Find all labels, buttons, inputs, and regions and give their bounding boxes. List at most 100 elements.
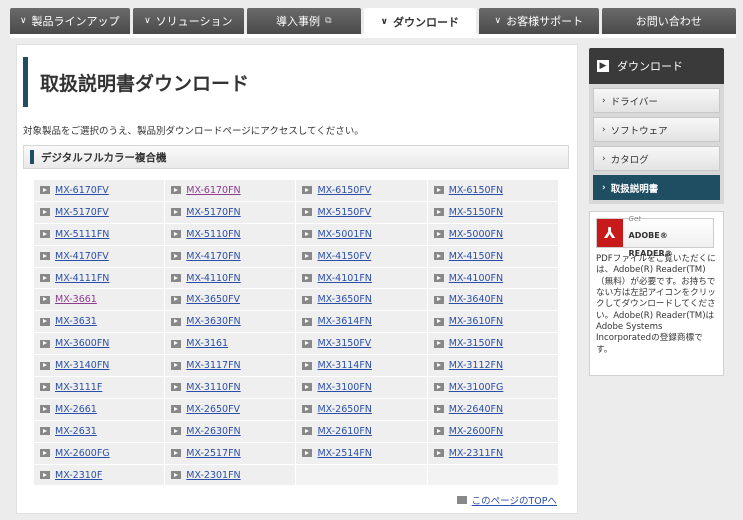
- model-cell: MX-3640FN: [426, 288, 560, 312]
- arrow-right-icon: [40, 317, 50, 326]
- model-link[interactable]: MX-3111F: [55, 382, 102, 393]
- arrow-right-icon: [433, 361, 444, 370]
- model-link[interactable]: MX-3640FN: [449, 294, 503, 305]
- model-link[interactable]: MX-2517FN: [186, 448, 240, 459]
- model-cell-content: MX-3100FN: [302, 382, 426, 393]
- model-cell-content: MX-2600FN: [433, 426, 558, 437]
- model-link[interactable]: MX-2650FN: [317, 404, 371, 415]
- to-top-link[interactable]: このページのTOPへ: [456, 493, 557, 507]
- model-link[interactable]: MX-3650FN: [317, 294, 371, 305]
- model-cell-content: MX-3117FN: [171, 360, 295, 371]
- sidebar: ▶ ダウンロード › ドライバー › ソフトウェア › カタログ › 取扱説明書: [589, 48, 724, 204]
- model-cell: MX-3661: [32, 288, 166, 312]
- arrow-right-icon: [40, 471, 50, 480]
- model-link[interactable]: MX-3630FN: [186, 316, 240, 327]
- to-top-link-text[interactable]: このページのTOPへ: [472, 493, 557, 507]
- model-link[interactable]: MX-5001FN: [317, 229, 371, 240]
- model-link[interactable]: MX-3100FN: [317, 382, 371, 393]
- nav-tab-0[interactable]: ∨ 製品ラインアップ: [10, 8, 130, 34]
- section-heading: デジタルフルカラー複合機: [23, 145, 569, 169]
- model-link[interactable]: MX-4170FN: [186, 251, 240, 262]
- nav-tab-2[interactable]: 導入事例 ⧉: [247, 8, 361, 34]
- model-table: MX-6170FV MX-6170FN MX-6150FV MX-6150FN MX-5…: [32, 179, 560, 487]
- model-link[interactable]: MX-5170FV: [55, 207, 109, 218]
- model-link[interactable]: MX-4170FV: [55, 251, 109, 262]
- sidebar-item-1[interactable]: › ソフトウェア: [593, 117, 720, 142]
- model-link[interactable]: MX-3614FN: [317, 316, 371, 327]
- model-cell-content: MX-5150FV: [302, 207, 426, 218]
- sidebar-item-0[interactable]: › ドライバー: [593, 88, 720, 113]
- model-link[interactable]: MX-3150FN: [449, 338, 503, 349]
- model-link[interactable]: MX-5150FV: [317, 207, 371, 218]
- table-row: MX-3140FN MX-3117FN MX-3114FN MX-3112FN: [32, 354, 560, 378]
- model-link[interactable]: MX-3631: [55, 316, 97, 327]
- nav-tab-1[interactable]: ∨ ソリューション: [132, 8, 245, 34]
- model-link[interactable]: MX-3117FN: [186, 360, 240, 371]
- model-link[interactable]: MX-4150FN: [449, 251, 503, 262]
- model-link[interactable]: MX-4101FN: [317, 273, 371, 284]
- model-link[interactable]: MX-3650FV: [186, 294, 240, 305]
- model-link[interactable]: MX-4100FN: [449, 273, 503, 284]
- model-link[interactable]: MX-3150FV: [317, 338, 371, 349]
- model-link[interactable]: MX-2640FN: [449, 404, 503, 415]
- model-cell-content: MX-2610FN: [302, 426, 426, 437]
- nav-tab-5[interactable]: お問い合わせ: [601, 8, 737, 34]
- model-link[interactable]: MX-4110FN: [186, 273, 240, 284]
- adobe-reader-icon: ⅄: [597, 219, 623, 247]
- model-cell-content: MX-3114FN: [302, 360, 426, 371]
- arrow-right-icon: [171, 186, 182, 195]
- nav-tab-4[interactable]: ∨ お客様サポート: [479, 8, 599, 34]
- model-link[interactable]: MX-2600FN: [449, 426, 503, 437]
- model-link[interactable]: MX-2650FV: [186, 404, 240, 415]
- model-link[interactable]: MX-2661: [55, 404, 97, 415]
- empty-cell: [295, 463, 428, 487]
- sidebar-item-3[interactable]: › 取扱説明書: [593, 175, 720, 200]
- model-link[interactable]: MX-3610FN: [449, 316, 503, 327]
- arrow-right-icon: [40, 252, 50, 261]
- model-link[interactable]: MX-2301FN: [186, 470, 240, 481]
- nav-tab-label: 製品ラインアップ: [31, 15, 120, 28]
- model-link[interactable]: MX-2631: [55, 426, 97, 437]
- arrow-right-icon: [433, 252, 444, 261]
- sidebar-item-label: 取扱説明書: [610, 183, 659, 195]
- model-link[interactable]: MX-3112FN: [449, 360, 503, 371]
- model-link[interactable]: MX-3161: [186, 338, 228, 349]
- model-link[interactable]: MX-3114FN: [317, 360, 371, 371]
- model-link[interactable]: MX-2311FN: [449, 448, 503, 459]
- model-link[interactable]: MX-4150FV: [317, 251, 371, 262]
- model-cell: MX-2600FN: [426, 419, 560, 443]
- arrow-right-icon: [40, 274, 50, 282]
- arrow-right-icon: [433, 208, 444, 217]
- model-link[interactable]: MX-6170FV: [55, 185, 109, 196]
- arrow-right-icon: [433, 339, 444, 348]
- model-link[interactable]: MX-3110FN: [186, 382, 240, 393]
- model-link[interactable]: MX-2610FN: [317, 426, 371, 437]
- model-link[interactable]: MX-5000FN: [449, 229, 503, 240]
- arrow-right-icon: [171, 383, 182, 392]
- model-link[interactable]: MX-2514FN: [317, 448, 371, 459]
- model-link[interactable]: MX-2600FG: [55, 448, 110, 459]
- model-cell-content: MX-2630FN: [171, 426, 295, 437]
- arrow-right-icon: [302, 427, 313, 436]
- model-link[interactable]: MX-5111FN: [55, 229, 109, 240]
- nav-tab-3[interactable]: ∨ ダウンロード: [363, 8, 477, 36]
- model-link[interactable]: MX-6170FN: [186, 185, 240, 196]
- empty-cell: [426, 463, 560, 487]
- model-cell: MX-3112FN: [426, 354, 560, 378]
- model-link[interactable]: MX-5170FN: [186, 207, 240, 218]
- model-link[interactable]: MX-3600FN: [55, 338, 109, 349]
- model-link[interactable]: MX-6150FN: [449, 185, 503, 196]
- model-link[interactable]: MX-3100FG: [449, 382, 504, 393]
- model-link[interactable]: MX-5110FN: [186, 229, 240, 240]
- model-link[interactable]: MX-6150FV: [317, 185, 371, 196]
- adobe-reader-button[interactable]: ⅄ Get ADOBE® READER®: [596, 215, 714, 258]
- model-link[interactable]: MX-4111FN: [55, 273, 109, 284]
- model-link[interactable]: MX-2310F: [55, 470, 102, 481]
- model-link[interactable]: MX-2630FN: [186, 426, 240, 437]
- sidebar-item-2[interactable]: › カタログ: [593, 146, 720, 171]
- model-link[interactable]: MX-5150FN: [449, 207, 503, 218]
- model-link[interactable]: MX-3661: [55, 294, 97, 305]
- model-link[interactable]: MX-3140FN: [55, 360, 109, 371]
- arrow-right-icon: [302, 252, 313, 261]
- arrow-right-icon: ▶: [597, 60, 609, 72]
